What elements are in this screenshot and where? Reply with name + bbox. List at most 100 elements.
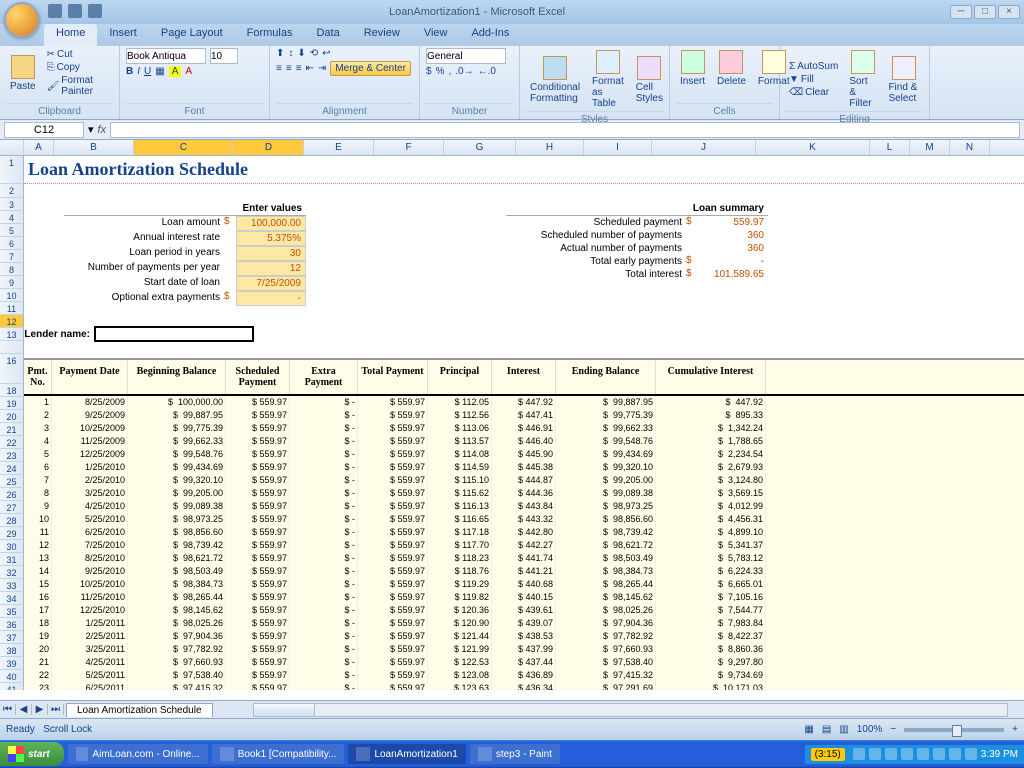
row-header[interactable]: 3 [0,198,24,211]
row-header[interactable]: 41 [0,683,24,690]
underline-button[interactable]: U [144,66,151,77]
table-row[interactable]: 18/25/2009$ 100,000.00$ 559.97$ -$ 559.9… [24,396,1024,409]
number-format-select[interactable] [426,48,506,64]
formula-bar[interactable] [110,122,1020,138]
horizontal-scrollbar[interactable] [253,703,1008,717]
align-top-button[interactable]: ⬆ [276,48,284,59]
row-header[interactable]: 9 [0,276,24,289]
ribbon-tab-data[interactable]: Data [304,24,351,46]
table-row[interactable]: 181/25/2011$ 98,025.26$ 559.97$ -$ 559.9… [24,617,1024,630]
tray-icon[interactable] [901,748,913,760]
paste-button[interactable]: Paste [6,53,40,94]
table-row[interactable]: 83/25/2010$ 99,205.00$ 559.97$ -$ 559.97… [24,487,1024,500]
table-row[interactable]: 149/25/2010$ 98,503.49$ 559.97$ -$ 559.9… [24,565,1024,578]
conditional-formatting-button[interactable]: Conditional Formatting [526,54,584,106]
row-header[interactable]: 40 [0,670,24,683]
table-row[interactable]: 1611/25/2010$ 98,265.44$ 559.97$ -$ 559.… [24,591,1024,604]
row-header[interactable]: 28 [0,514,24,527]
row-header[interactable]: 36 [0,618,24,631]
col-header-A[interactable]: A [24,140,54,155]
ribbon-tab-page-layout[interactable]: Page Layout [149,24,235,46]
align-middle-button[interactable]: ↕ [288,48,293,59]
table-row[interactable]: 29/25/2009$ 99,887.95$ 559.97$ -$ 559.97… [24,409,1024,422]
autosum-button[interactable]: Σ AutoSum [786,60,841,73]
tray-clock[interactable]: 3:39 PM [981,749,1018,760]
fill-button[interactable]: ▼ Fill [786,73,841,86]
row-header[interactable]: 11 [0,302,24,315]
font-name-select[interactable] [126,48,206,64]
delete-cells-button[interactable]: Delete [713,48,750,89]
col-header-L[interactable]: L [870,140,910,155]
table-row[interactable]: 116/25/2010$ 98,856.60$ 559.97$ -$ 559.9… [24,526,1024,539]
tray-icon[interactable] [949,748,961,760]
col-header-D[interactable]: D [234,140,304,155]
row-header[interactable]: 32 [0,566,24,579]
row-header[interactable]: 35 [0,605,24,618]
zoom-level[interactable]: 100% [857,724,883,735]
increase-decimal-button[interactable]: .0→ [455,66,473,77]
taskbar-item[interactable]: step3 - Paint [470,744,560,764]
row-header[interactable]: 37 [0,631,24,644]
ribbon-tab-review[interactable]: Review [352,24,412,46]
cell-styles-button[interactable]: Cell Styles [632,54,667,106]
clear-button[interactable]: ⌫ Clear [786,86,841,99]
taskbar-item[interactable]: Book1 [Compatibility... [212,744,345,764]
merge-center-button[interactable]: Merge & Center [330,61,411,76]
font-color-button[interactable]: A [185,66,192,77]
table-row[interactable]: 203/25/2011$ 97,782.92$ 559.97$ -$ 559.9… [24,643,1024,656]
lender-name-cell[interactable] [94,326,254,342]
tray-icon[interactable] [933,748,945,760]
row-header[interactable] [0,341,24,354]
increase-indent-button[interactable]: ⇥ [318,63,326,74]
zoom-slider[interactable] [904,728,1004,732]
align-right-button[interactable]: ≡ [296,63,302,74]
row-header[interactable]: 2 [0,184,24,198]
tray-volume[interactable]: (3:15) [811,748,845,761]
table-row[interactable]: 72/25/2010$ 99,320.10$ 559.97$ -$ 559.97… [24,474,1024,487]
row-header[interactable]: 27 [0,501,24,514]
format-painter-button[interactable]: 🖌 Format Painter [44,74,113,98]
row-header[interactable]: 24 [0,462,24,475]
row-header[interactable]: 13 [0,328,24,341]
zoom-in-button[interactable]: + [1012,724,1018,735]
worksheet[interactable]: 1234567891011121316181920212223242526272… [0,156,1024,690]
sheet-nav-next-icon[interactable]: ▶ [32,704,48,715]
sheet-nav-first-icon[interactable]: ⏮ [0,704,16,715]
format-as-table-button[interactable]: Format as Table [588,48,628,111]
row-header[interactable]: 18 [0,384,24,397]
col-header-J[interactable]: J [652,140,756,155]
row-header[interactable]: 33 [0,579,24,592]
align-center-button[interactable]: ≡ [286,63,292,74]
row-header[interactable]: 21 [0,423,24,436]
orientation-button[interactable]: ⟲ [310,48,318,59]
table-row[interactable]: 310/25/2009$ 99,775.39$ 559.97$ -$ 559.9… [24,422,1024,435]
copy-button[interactable]: ⎘ Copy [44,61,113,74]
qat-save-icon[interactable] [48,4,62,18]
tray-icon[interactable] [885,748,897,760]
zoom-out-button[interactable]: − [890,724,896,735]
table-row[interactable]: 105/25/2010$ 98,973.25$ 559.97$ -$ 559.9… [24,513,1024,526]
close-button[interactable]: × [998,5,1020,19]
comma-button[interactable]: , [448,66,451,77]
col-header-E[interactable]: E [304,140,374,155]
find-select-button[interactable]: Find & Select [884,54,923,106]
table-row[interactable]: 61/25/2010$ 99,434.69$ 559.97$ -$ 559.97… [24,461,1024,474]
qat-redo-icon[interactable] [88,4,102,18]
row-header[interactable]: 6 [0,237,24,250]
percent-button[interactable]: % [436,66,445,77]
sort-filter-button[interactable]: Sort & Filter [845,48,880,111]
sheet-tab[interactable]: Loan Amortization Schedule [66,703,213,717]
row-header[interactable]: 30 [0,540,24,553]
row-header[interactable]: 12 [0,315,24,328]
taskbar-item[interactable]: AimLoan.com - Online... [68,744,208,764]
decrease-decimal-button[interactable]: ←.0 [478,66,496,77]
view-pagebreak-icon[interactable]: ▥ [839,724,848,735]
row-header[interactable]: 19 [0,397,24,410]
row-header[interactable]: 34 [0,592,24,605]
select-all-corner[interactable] [0,140,24,155]
bold-button[interactable]: B [126,66,133,77]
tray-icon[interactable] [965,748,977,760]
col-header-F[interactable]: F [374,140,444,155]
table-row[interactable]: 138/25/2010$ 98,621.72$ 559.97$ -$ 559.9… [24,552,1024,565]
row-header[interactable]: 1 [0,156,24,184]
